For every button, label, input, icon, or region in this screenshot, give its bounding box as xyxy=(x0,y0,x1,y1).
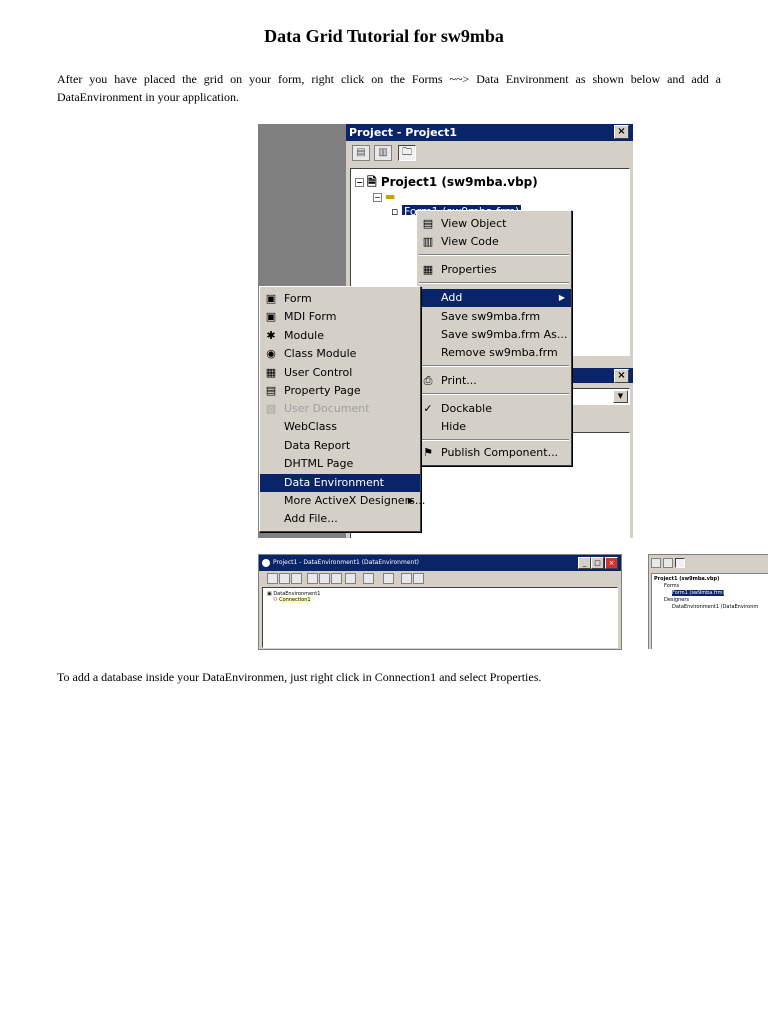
submenu-item-add-file[interactable]: Add File... xyxy=(260,510,420,528)
project-window-titlebar: Project - Project1 × xyxy=(346,124,633,141)
refresh-icon[interactable] xyxy=(319,573,330,584)
view-object-icon: ▤ xyxy=(422,217,434,230)
menu-item-view-code[interactable]: ▥ View Code xyxy=(417,233,571,251)
folder-icon: ▬ xyxy=(385,190,396,203)
add-command-icon[interactable] xyxy=(279,573,290,584)
user-document-icon: ▧ xyxy=(265,402,277,415)
project-designers-tree: Project1 (sw9mba.vbp) Forms Form1 (sw9mb… xyxy=(651,573,768,649)
menu-separator xyxy=(419,439,569,441)
chevron-down-icon[interactable]: ▼ xyxy=(613,390,628,403)
toggle-folders-icon[interactable] xyxy=(675,558,685,568)
submenu-item-user-document: ▧ User Document xyxy=(265,402,370,415)
view-object-icon[interactable]: ▤ xyxy=(352,145,370,161)
close-icon[interactable]: × xyxy=(614,369,629,383)
print-icon: ⎙ xyxy=(423,374,433,387)
project-explorer-screenshot: Project - Project1 × ▤ ▥ 🗀 − 🗎 Project1 (… xyxy=(258,124,633,538)
menu-item-save-as[interactable]: Save sw9mba.frm As... xyxy=(417,326,571,344)
menu-item-remove[interactable]: Remove sw9mba.frm xyxy=(417,344,571,362)
designer-title: Project1 - DataEnvironment1 (DataEnviron… xyxy=(273,559,420,566)
view-object-icon[interactable] xyxy=(651,558,661,568)
dataenvironment-icon: ▣ xyxy=(267,591,272,597)
tree-node-project-label: Project1 (sw9mba.vbp) xyxy=(380,175,538,189)
menu-item-view-object[interactable]: ▤ View Object xyxy=(417,215,571,233)
publish-icon: ⚑ xyxy=(423,446,433,459)
add-connection-icon[interactable] xyxy=(267,573,278,584)
design-icon[interactable] xyxy=(331,573,342,584)
close-icon[interactable]: × xyxy=(605,557,618,569)
menu-item-hide[interactable]: Hide xyxy=(417,418,571,436)
delete-icon[interactable] xyxy=(307,573,318,584)
view-code-icon[interactable] xyxy=(663,558,673,568)
minimize-icon[interactable]: _ xyxy=(578,557,591,569)
designer-titlebar: Project1 - DataEnvironment1 (DataEnviron… xyxy=(259,555,621,571)
tree-node-connections[interactable]: ⚇ Connection1 xyxy=(273,597,311,603)
tree-node-form1[interactable]: Form1 (sw9mba.frm) xyxy=(672,590,725,596)
maximize-icon[interactable]: □ xyxy=(591,557,604,569)
menu-item-print[interactable]: ⎙ Print... xyxy=(417,372,571,390)
page-title: Data Grid Tutorial for sw9mba xyxy=(264,26,504,46)
designer-toolbar xyxy=(259,571,621,585)
options-icon[interactable] xyxy=(401,573,412,584)
form-icon: ▫ xyxy=(391,205,399,215)
tree-node-project[interactable]: Project1 (sw9mba.vbp) xyxy=(654,576,719,582)
properties-icon: ▦ xyxy=(422,263,434,276)
menu-item-dockable[interactable]: ✓ Dockable xyxy=(417,400,571,418)
tree-node-dataenvironment[interactable]: DataEnvironment1 (DataEnvironm xyxy=(672,604,758,610)
toggle-folders-icon[interactable]: 🗀 xyxy=(398,145,416,161)
context-menu: ▤ View Object ▥ View Code ▦ Properties Add ▶… xyxy=(416,210,572,466)
user-control-icon: ▦ xyxy=(265,366,277,379)
collapse-icon[interactable]: − xyxy=(355,178,364,187)
form-icon: ▣ xyxy=(265,292,277,305)
menu-item-save[interactable]: Save sw9mba.frm xyxy=(417,308,571,326)
menu-item-properties[interactable]: ▦ Properties xyxy=(417,261,571,279)
designer-tree: ▣ DataEnvironment1 ⚇ Connection1 xyxy=(262,587,618,648)
submenu-item-dhtml-page[interactable]: DHTML Page xyxy=(260,455,420,473)
menu-item-add[interactable]: Add ▶ xyxy=(417,289,571,307)
property-page-icon: ▤ xyxy=(265,384,277,397)
add-submenu: ▣ Form ▣ MDI Form ✱ Module ◉ Class Module ▦ U… xyxy=(259,286,425,532)
view-code-icon[interactable] xyxy=(363,573,374,584)
submenu-item-user-control[interactable]: ▦ User Control xyxy=(260,364,420,382)
connection-icon: ⚇ xyxy=(273,597,278,603)
data-environment-screenshot: Project1 - DataEnvironment1 (DataEnviron… xyxy=(258,554,622,650)
submenu-item-more-activex[interactable]: More ActiveX Designers... ▶ xyxy=(260,492,425,510)
menu-separator xyxy=(419,282,569,284)
module-icon: ✱ xyxy=(266,329,276,342)
project-designers-screenshot: Project1 (sw9mba.vbp) Forms Form1 (sw9mb… xyxy=(648,554,768,649)
submenu-item-data-report[interactable]: Data Report xyxy=(260,437,420,455)
submenu-item-form[interactable]: ▣ Form xyxy=(260,290,420,308)
check-icon: ✓ xyxy=(423,402,433,415)
arrange-icon[interactable] xyxy=(383,573,394,584)
chevron-right-icon: ▶ xyxy=(407,496,414,505)
project-toolbar: ▤ ▥ 🗀 xyxy=(346,141,633,165)
chevron-right-icon: ▶ xyxy=(558,293,565,302)
tree-node-designers[interactable]: Designers xyxy=(664,597,689,603)
submenu-item-mdi-form[interactable]: ▣ MDI Form xyxy=(260,308,420,326)
menu-separator xyxy=(419,393,569,395)
view-code-icon: ▥ xyxy=(422,235,434,248)
tree-node-forms[interactable]: − ▬ xyxy=(373,190,395,203)
properties-icon[interactable] xyxy=(345,573,356,584)
submenu-item-property-page[interactable]: ▤ Property Page xyxy=(260,382,420,400)
class-module-icon: ◉ xyxy=(266,347,276,360)
tree-node-forms[interactable]: Forms xyxy=(664,583,679,589)
menu-separator xyxy=(419,365,569,367)
project-icon: 🗎 xyxy=(367,175,377,189)
close-icon[interactable]: × xyxy=(614,125,629,139)
menu-item-publish[interactable]: ⚑ Publish Component... xyxy=(417,444,571,462)
collapse-icon[interactable]: − xyxy=(373,192,382,202)
menu-separator xyxy=(419,254,569,256)
submenu-item-module[interactable]: ✱ Module xyxy=(260,327,420,345)
project-window-title: Project - Project1 xyxy=(349,126,457,139)
insert-stored-procedure-icon[interactable] xyxy=(291,573,302,584)
submenu-item-class-module[interactable]: ◉ Class Module xyxy=(260,345,420,363)
submenu-item-data-environment[interactable]: Data Environment xyxy=(260,474,420,492)
intro-paragraph: After you have placed the grid on your f… xyxy=(57,72,721,104)
instruction-paragraph: To add a database inside your DataEnviro… xyxy=(57,670,542,684)
view-code-icon[interactable]: ▥ xyxy=(374,145,392,161)
mdi-form-icon: ▣ xyxy=(265,310,277,323)
app-icon xyxy=(262,559,270,567)
submenu-item-webclass[interactable]: WebClass xyxy=(260,418,420,436)
lock-icon[interactable] xyxy=(413,573,424,584)
